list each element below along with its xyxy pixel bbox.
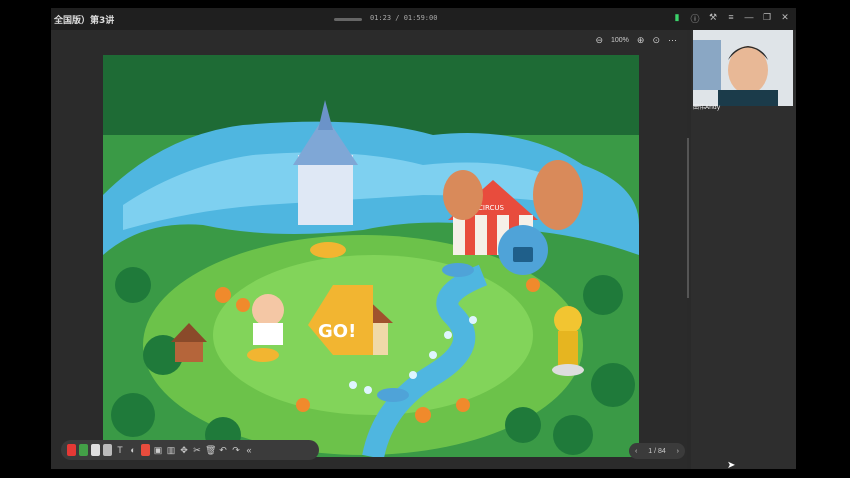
- scrollbar[interactable]: [687, 138, 689, 298]
- menu-icon[interactable]: ≡: [726, 12, 736, 25]
- zoom-controls: ⊖ 100% ⊕ ⊙ ⋯: [595, 35, 677, 46]
- tools-icon[interactable]: ⚒: [708, 12, 718, 25]
- teacher-name: 田伟Andy: [693, 104, 721, 111]
- next-page-button[interactable]: ›: [677, 448, 679, 455]
- trash-icon[interactable]: 🗑: [205, 444, 216, 456]
- clear-tool[interactable]: [103, 444, 112, 456]
- zoom-out-icon[interactable]: ⊖: [595, 35, 603, 46]
- window-title: 全国版）第3讲: [54, 16, 115, 26]
- image-icon[interactable]: ▣: [153, 444, 163, 456]
- color-swatch[interactable]: [141, 444, 150, 456]
- redo-icon[interactable]: ↷: [231, 444, 241, 456]
- move-icon[interactable]: ✥: [179, 444, 189, 456]
- restore-icon[interactable]: ❐: [762, 12, 772, 25]
- slide-stage: ⊖ 100% ⊕ ⊙ ⋯ CIRCUS GO! T ◐ ▣ ▥ ✥ ✂ 🗑 ↶ …: [51, 30, 687, 469]
- app-window: 全国版）第3讲 01:23 / 01:59:00 ▮ ⓘ ⚒ ≡ — ❐ ✕ ⊖…: [51, 8, 796, 471]
- signal-icon: ▮: [674, 12, 680, 22]
- annotation-toolbar: T ◐ ▣ ▥ ✥ ✂ 🗑 ↶ ↷ «: [61, 440, 319, 460]
- mouse-cursor-icon: ➤: [727, 460, 736, 471]
- fit-screen-icon[interactable]: ⊙: [652, 35, 660, 46]
- eraser-tool[interactable]: [91, 444, 100, 456]
- close-icon[interactable]: ✕: [780, 12, 790, 25]
- text-icon[interactable]: T: [115, 444, 125, 456]
- green-pen-tool[interactable]: [79, 444, 88, 456]
- page-navigator: ‹ 1 / 84 ›: [629, 443, 685, 459]
- info-icon[interactable]: ⓘ: [690, 12, 700, 25]
- zoom-level: 100%: [611, 37, 629, 44]
- tent-sign: CIRCUS: [478, 204, 504, 212]
- collapse-icon[interactable]: «: [244, 444, 254, 456]
- title-bar: 全国版）第3讲 01:23 / 01:59:00 ▮ ⓘ ⚒ ≡ — ❐ ✕: [51, 8, 796, 30]
- more-icon[interactable]: ⋯: [668, 35, 677, 46]
- minimize-icon[interactable]: —: [744, 12, 754, 25]
- slide-image: CIRCUS GO!: [103, 55, 639, 457]
- page-indicator: 1 / 84: [648, 447, 666, 455]
- prev-page-button[interactable]: ‹: [635, 448, 637, 455]
- undo-icon[interactable]: ↶: [218, 444, 228, 456]
- playback-progress[interactable]: [334, 18, 362, 21]
- teacher-panel: 田伟Andy: [691, 30, 796, 469]
- teacher-video: [693, 30, 793, 106]
- zoom-in-icon[interactable]: ⊕: [637, 35, 645, 46]
- go-label: GO!: [318, 321, 356, 342]
- ruler-icon[interactable]: ▥: [166, 444, 176, 456]
- shape-icon[interactable]: ◐: [128, 444, 138, 456]
- scissors-icon[interactable]: ✂: [192, 444, 202, 456]
- red-pen-tool[interactable]: [67, 444, 76, 456]
- playback-time: 01:23 / 01:59:00: [370, 14, 438, 22]
- adventure-map-illustration: CIRCUS GO!: [103, 55, 639, 457]
